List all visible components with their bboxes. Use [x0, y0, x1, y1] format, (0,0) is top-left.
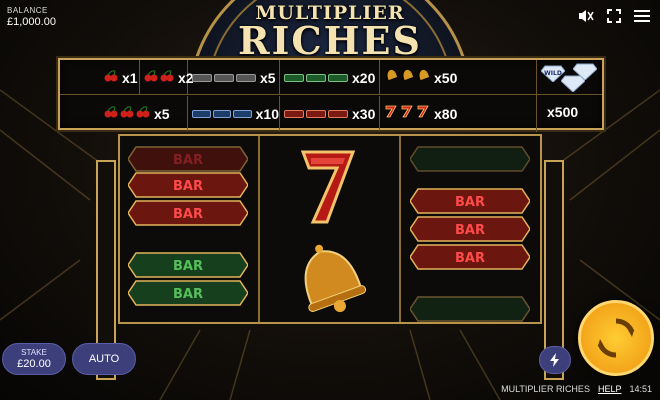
seven-icon: [400, 104, 414, 123]
green-bar-icon: [306, 73, 326, 82]
paytable-cell-red-bar: x30: [280, 96, 380, 131]
paytable-row-2: x5 x10 x30 x80: [60, 96, 602, 131]
footer: MULTIPLIER RICHES HELP 14:51: [501, 384, 652, 394]
red-bar-icon: [306, 109, 326, 118]
red-bar-icon: [328, 109, 348, 118]
paytable-cell-seven: x80: [380, 96, 476, 131]
red-bar-symbol: BAR: [128, 146, 248, 172]
seven-icon: [384, 104, 398, 123]
paytable-cell-blue-bar: x10: [188, 96, 280, 131]
turbo-button[interactable]: [539, 346, 571, 374]
paytable-cell-bell: x50: [380, 60, 476, 95]
blue-bar-icon: [212, 109, 232, 118]
cherry-icon: [104, 105, 118, 123]
reel-3: BAR BAR BAR: [402, 136, 542, 322]
game-title: MULTIPLIER RICHES: [230, 2, 430, 63]
multiplier: x30: [352, 105, 376, 122]
seven-symbol: [297, 146, 361, 231]
stake-button[interactable]: STAKE £20.00: [2, 343, 66, 375]
wild-diamond-icon: [573, 62, 597, 80]
bar-label: BAR: [455, 251, 485, 266]
red-bar-symbol: BAR: [128, 172, 248, 198]
bar-icon: [192, 73, 212, 82]
seven-icon: [416, 104, 430, 123]
help-link[interactable]: HELP: [598, 384, 622, 394]
bell-icon: [416, 68, 430, 87]
footer-game-name: MULTIPLIER RICHES: [501, 384, 590, 394]
bell-icon: [384, 68, 398, 87]
red-bar-symbol: BAR: [410, 188, 530, 214]
bar-label: BAR: [173, 259, 203, 274]
paytable-row-1: x1 x2 x5 x20 x50: [60, 60, 602, 95]
blue-bar-icon: [233, 109, 252, 118]
multiplier: x5: [260, 69, 276, 86]
bell-symbol: [289, 236, 369, 321]
reel-1: BAR BAR BAR BAR BAR: [120, 136, 260, 322]
green-bar-icon: [284, 73, 304, 82]
clock: 14:51: [629, 384, 652, 394]
multiplier: x5: [154, 105, 170, 122]
red-bar-symbol: BAR: [410, 244, 530, 270]
paytable-cell-cherry-2: x2: [140, 60, 194, 95]
bar-label: BAR: [173, 179, 203, 194]
stake-value: £20.00: [17, 358, 51, 370]
multiplier: x20: [352, 69, 376, 86]
paytable-cell-cherry-3: x5: [100, 96, 188, 131]
bar-label: BAR: [455, 223, 485, 238]
balance-display: BALANCE £1,000.00: [7, 6, 56, 28]
top-toolbar: [578, 8, 650, 24]
paytable-cell-green-bar: x20: [280, 60, 380, 95]
stake-label: STAKE: [21, 348, 47, 357]
spin-button[interactable]: [578, 300, 654, 376]
blue-bar-icon: [192, 109, 211, 118]
multiplier: x50: [434, 69, 458, 86]
balance-label: BALANCE: [7, 6, 48, 15]
bar-label: BAR: [173, 153, 203, 168]
bar-icon: [214, 73, 234, 82]
balance-value: £1,000.00: [7, 16, 56, 28]
cherry-icon: [104, 69, 118, 87]
lightning-icon: [550, 353, 559, 367]
title-line-2: RICHES: [238, 18, 422, 63]
bar-label: BAR: [173, 287, 203, 302]
green-bar-symbol: BAR: [128, 252, 248, 278]
paytable-cell-wild: WILD x500: [536, 60, 602, 132]
auto-button[interactable]: AUTO: [72, 343, 136, 375]
red-bar-symbol: BAR: [410, 216, 530, 242]
menu-icon[interactable]: [634, 8, 650, 24]
red-bar-symbol: BAR: [128, 200, 248, 226]
paytable-cell-any-bar: x5: [188, 60, 280, 95]
bar-label: BAR: [173, 207, 203, 222]
multiplier: x80: [434, 105, 458, 122]
paytable: x1 x2 x5 x20 x50 x5 x10 x30 x80 WILD x50…: [58, 58, 604, 132]
multiplier: x10: [255, 105, 279, 122]
green-bar-icon: [328, 73, 348, 82]
paytable-cell-cherry-1: x1: [100, 60, 140, 95]
bell-icon: [400, 68, 414, 87]
mute-icon[interactable]: [578, 8, 594, 24]
multiplier: x500: [547, 104, 579, 120]
reel-area: BAR BAR BAR BAR BAR BAR BAR BAR: [118, 134, 542, 324]
spin-arrows-icon: [597, 318, 635, 358]
green-bar-symbol: [410, 296, 530, 322]
red-bar-icon: [284, 109, 304, 118]
wild-label: WILD: [544, 70, 562, 77]
reel-2: [261, 136, 401, 322]
green-bar-symbol: [410, 146, 530, 172]
fullscreen-icon[interactable]: [606, 8, 622, 24]
cherry-icon: [120, 105, 134, 123]
bar-label: BAR: [455, 195, 485, 210]
bar-icon: [236, 73, 256, 82]
cherry-icon: [144, 69, 158, 87]
green-bar-symbol: BAR: [128, 280, 248, 306]
cherry-icon: [160, 69, 174, 87]
cherry-icon: [136, 105, 150, 123]
multiplier: x1: [122, 69, 138, 86]
